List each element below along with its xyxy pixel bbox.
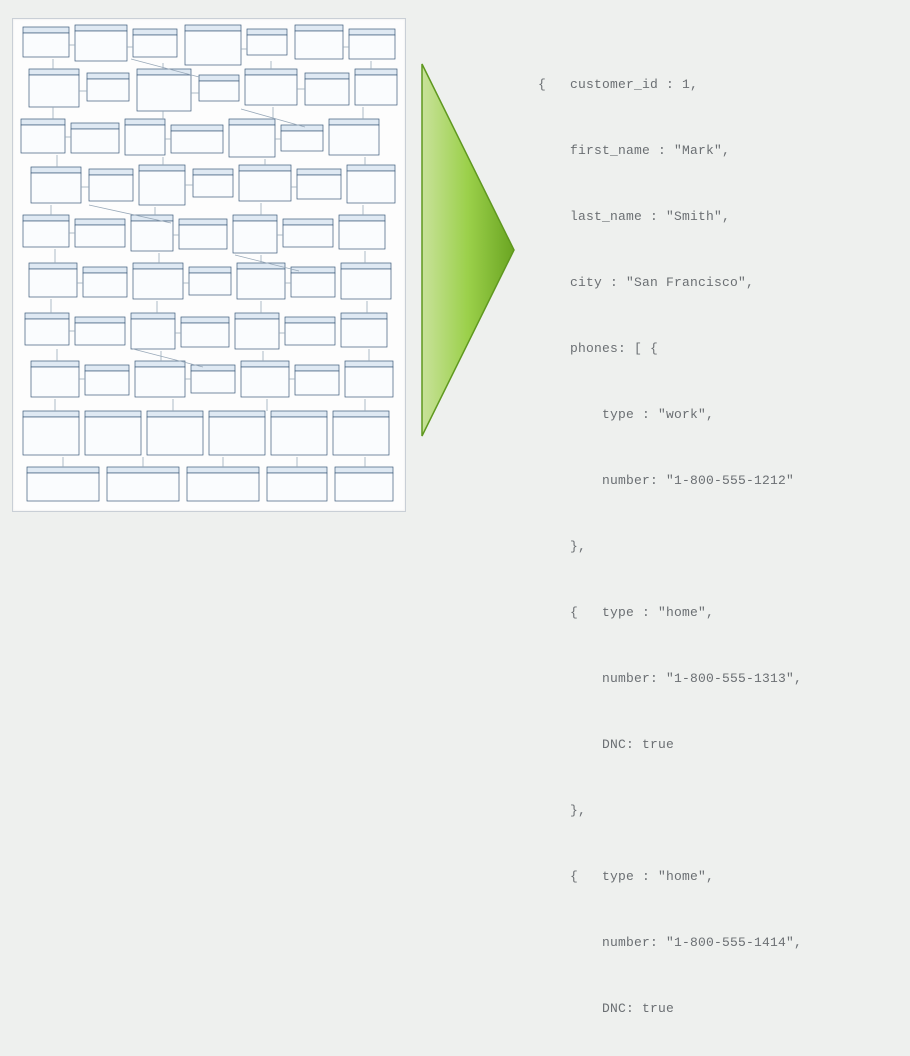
diagram-stage: { customer_id : 1, first_name : "Mark", … — [0, 0, 910, 528]
code-line: number: "1-800-555-1414", — [538, 932, 898, 954]
code-line: DNC: true — [538, 734, 898, 756]
relational-schema-diagram — [12, 18, 406, 512]
code-line: first_name : "Mark", — [538, 140, 898, 162]
code-line: { type : "home", — [538, 866, 898, 888]
code-line: number: "1-800-555-1313", — [538, 668, 898, 690]
transform-arrow-icon — [418, 60, 518, 440]
code-line: number: "1-800-555-1212" — [538, 470, 898, 492]
code-line: { customer_id : 1, — [538, 74, 898, 96]
schema-tables-group — [21, 25, 397, 501]
code-line: DNC: true — [538, 998, 898, 1020]
code-line: { type : "home", — [538, 602, 898, 624]
code-line: phones: [ { — [538, 338, 898, 360]
code-line: }, — [538, 536, 898, 558]
code-line: city : "San Francisco", — [538, 272, 898, 294]
code-line: type : "work", — [538, 404, 898, 426]
code-line: last_name : "Smith", — [538, 206, 898, 228]
json-document-code: { customer_id : 1, first_name : "Mark", … — [538, 30, 898, 1056]
code-line: }, — [538, 800, 898, 822]
